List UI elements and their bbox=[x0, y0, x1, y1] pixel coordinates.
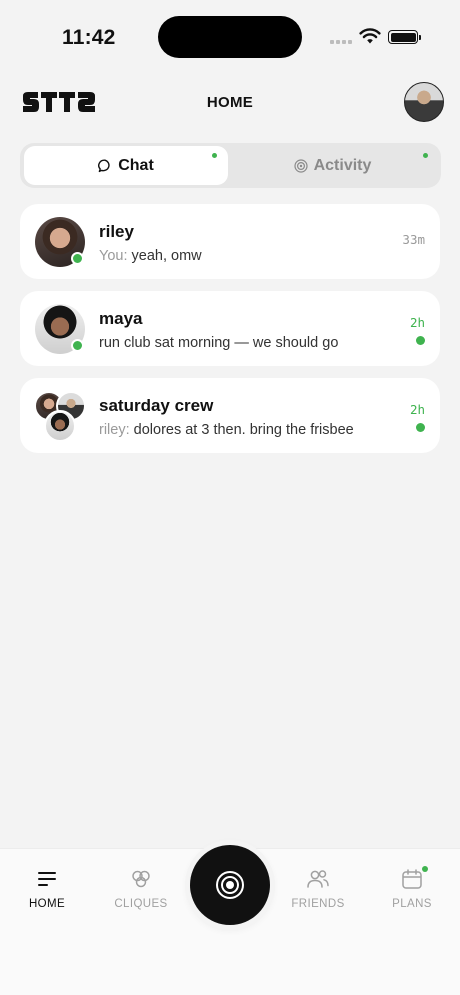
tab-activity-label: Activity bbox=[313, 156, 372, 174]
nav-cliques[interactable]: CLIQUES bbox=[96, 869, 186, 910]
profile-avatar-button[interactable] bbox=[404, 82, 444, 122]
unread-indicator-dot bbox=[416, 423, 425, 432]
group-avatar-member bbox=[44, 410, 76, 442]
radar-icon bbox=[293, 158, 308, 173]
conversation-name: riley bbox=[99, 222, 134, 241]
calendar-icon bbox=[402, 869, 422, 889]
conversation-preview: run club sat morning — we should go bbox=[99, 335, 338, 351]
conversation-item-riley[interactable]: riley You: yeah, omw 33m bbox=[20, 204, 440, 279]
tab-activity[interactable]: Activity bbox=[230, 146, 435, 185]
chat-activity-switcher: Chat Activity bbox=[20, 143, 441, 188]
conversation-item-saturday-crew[interactable]: saturday crew riley: dolores at 3 then. … bbox=[20, 378, 440, 453]
nav-plans[interactable]: PLANS bbox=[367, 869, 457, 910]
conversation-preview: You: yeah, omw bbox=[99, 248, 202, 264]
page-title: HOME bbox=[206, 94, 254, 111]
nav-friends[interactable]: FRIENDS bbox=[273, 869, 363, 910]
conversation-timestamp: 33m bbox=[402, 232, 425, 247]
tab-chat[interactable]: Chat bbox=[24, 146, 228, 185]
record-target-icon bbox=[216, 871, 244, 899]
conversation-preview: riley: dolores at 3 then. bring the fris… bbox=[99, 422, 354, 438]
wifi-icon bbox=[359, 28, 381, 44]
conversation-name: saturday crew bbox=[99, 396, 214, 415]
activity-unread-dot bbox=[423, 153, 428, 158]
plans-notification-dot bbox=[422, 866, 428, 872]
cellular-signal-icon bbox=[330, 40, 352, 44]
nav-home-label: HOME bbox=[28, 898, 66, 910]
center-record-button[interactable] bbox=[190, 845, 270, 925]
conversation-timestamp: 2h bbox=[409, 315, 425, 330]
message-sender-prefix: You: bbox=[99, 248, 128, 264]
nav-home[interactable]: HOME bbox=[2, 869, 92, 910]
message-text: yeah, omw bbox=[131, 248, 202, 264]
message-text: run club sat morning — we should go bbox=[99, 335, 339, 351]
battery-icon bbox=[388, 30, 421, 44]
cliques-icon bbox=[132, 870, 150, 888]
nav-friends-label: FRIENDS bbox=[291, 898, 345, 910]
status-time: 11:42 bbox=[62, 26, 116, 49]
conversation-timestamp: 2h bbox=[409, 402, 425, 417]
online-status-dot bbox=[71, 339, 84, 352]
status-bar: 11:42 bbox=[0, 0, 460, 70]
online-status-dot bbox=[71, 252, 84, 265]
conversation-name: maya bbox=[99, 309, 143, 328]
home-menu-icon bbox=[38, 872, 56, 886]
dynamic-island bbox=[158, 16, 302, 58]
nav-cliques-label: CLIQUES bbox=[114, 898, 168, 910]
chat-unread-dot bbox=[212, 153, 217, 158]
chat-bubble-icon bbox=[98, 158, 110, 172]
message-text: dolores at 3 then. bring the frisbee bbox=[133, 422, 354, 438]
conversation-item-maya[interactable]: maya run club sat morning — we should go… bbox=[20, 291, 440, 366]
unread-indicator-dot bbox=[416, 336, 425, 345]
friends-icon bbox=[307, 870, 329, 888]
message-sender-prefix: riley: bbox=[99, 422, 130, 438]
tab-chat-label: Chat bbox=[118, 156, 154, 174]
nav-plans-label: PLANS bbox=[392, 898, 432, 910]
